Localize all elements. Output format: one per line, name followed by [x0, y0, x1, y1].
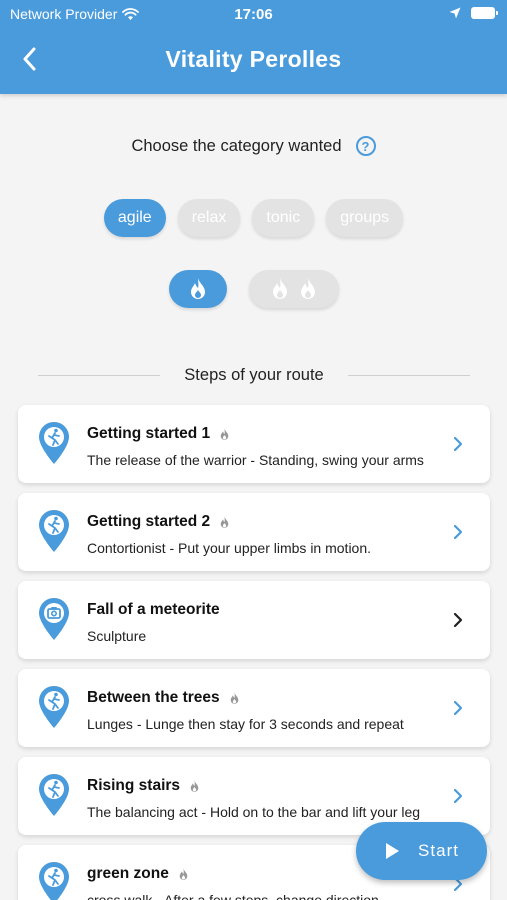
chevron-right-icon [453, 436, 463, 452]
flame-icon [190, 278, 205, 299]
start-button[interactable]: Start [356, 822, 487, 880]
chip-groups[interactable]: groups [326, 199, 404, 237]
status-bar: Network Provider 17:06 [0, 4, 507, 24]
chevron-right-icon [453, 524, 463, 540]
chevron-right-icon [453, 700, 463, 716]
flame-icon [220, 516, 229, 528]
step-card[interactable]: Between the trees Lunges - Lunge then st… [18, 669, 490, 747]
play-icon [386, 843, 400, 859]
step-name: Between the trees [87, 689, 220, 706]
step-description: Lunges - Lunge then stay for 3 seconds a… [87, 716, 404, 732]
flame-icon [272, 278, 287, 299]
flame-icon [190, 780, 199, 792]
step-card[interactable]: Fall of a meteorite Sculpture [18, 581, 490, 659]
flame-icon [300, 278, 315, 299]
step-description: Contortionist - Put your upper limbs in … [87, 540, 372, 556]
chip-agile[interactable]: agile [103, 199, 166, 237]
step-title: Getting started 2 [87, 513, 230, 531]
step-name: Getting started 1 [87, 425, 211, 442]
step-name: Rising stairs [87, 777, 181, 794]
step-description: The release of the warrior - Standing, s… [87, 452, 424, 468]
level-1-button[interactable] [168, 270, 227, 308]
category-chips: agile relax tonic groups [0, 199, 507, 237]
divider-line [38, 375, 161, 376]
section-title: Steps of your route [184, 366, 324, 384]
location-arrow-icon [449, 7, 461, 19]
status-right [449, 7, 498, 19]
divider-line [347, 375, 471, 376]
step-name: Getting started 2 [87, 513, 211, 530]
section-divider: Steps of your route [38, 366, 471, 385]
step-name: Fall of a meteorite [87, 601, 220, 618]
help-icon[interactable]: ? [355, 136, 376, 156]
flame-icon [230, 692, 238, 704]
step-title: Between the trees [87, 689, 240, 707]
step-title: Rising stairs [87, 777, 200, 795]
app-header: Network Provider 17:06 Vitality Perolles [0, 0, 507, 94]
step-title: Getting started 1 [87, 425, 230, 443]
step-description: The balancing act - Hold on to the bar a… [87, 804, 421, 820]
map-pin-runner-icon [39, 774, 69, 816]
step-name: green zone [87, 865, 169, 882]
map-pin-runner-icon [39, 686, 69, 728]
start-label: Start [418, 841, 459, 860]
step-title: Fall of a meteorite [87, 601, 220, 619]
step-title: green zone [87, 865, 189, 883]
chip-tonic[interactable]: tonic [252, 199, 315, 237]
prompt-text: Choose the category wanted [131, 136, 342, 155]
chevron-right-icon [453, 788, 463, 804]
map-pin-camera-icon [39, 598, 69, 640]
intensity-levels [0, 270, 507, 308]
step-card[interactable]: Getting started 2 Contortionist - Put yo… [18, 493, 490, 571]
step-description: cross walk - After a few steps, change d… [87, 892, 379, 900]
page-title: Vitality Perolles [165, 46, 342, 72]
category-prompt: Choose the category wanted ? [0, 136, 507, 156]
chevron-right-icon [453, 612, 463, 628]
flame-icon [179, 868, 188, 880]
flame-icon [220, 428, 229, 440]
battery-icon [471, 7, 498, 19]
level-2-button[interactable] [248, 270, 339, 308]
map-pin-runner-icon [39, 422, 69, 464]
status-time: 17:06 [234, 6, 273, 23]
step-description: Sculpture [87, 628, 147, 644]
map-pin-runner-icon [39, 862, 69, 900]
map-pin-runner-icon [39, 510, 69, 552]
chip-relax[interactable]: relax [177, 199, 241, 237]
step-card[interactable]: Getting started 1 The release of the war… [18, 405, 490, 483]
